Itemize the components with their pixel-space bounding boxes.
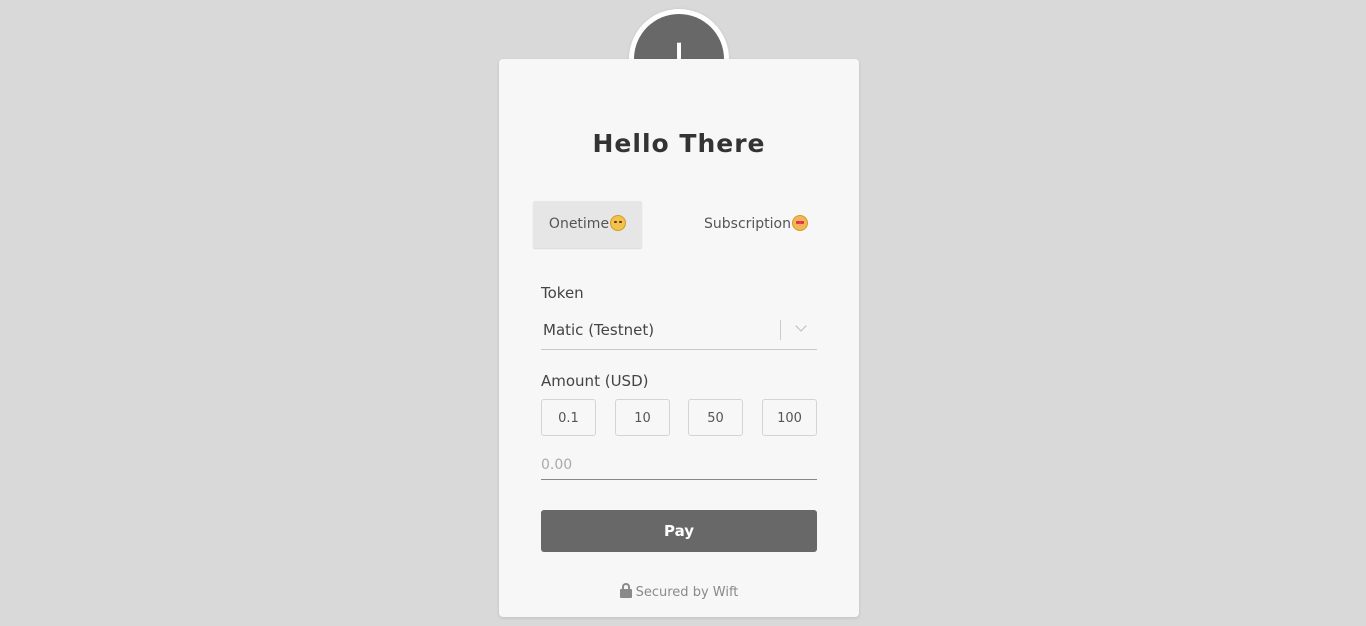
tab-onetime[interactable]: Onetime [533,201,642,248]
token-select[interactable]: Matic (Testnet) [541,313,817,350]
amount-label: Amount (USD) [541,372,649,390]
lock-icon [619,583,632,598]
tab-subscription[interactable]: Subscription [691,201,821,248]
select-separator [780,320,781,340]
star-struck-face-icon [792,215,808,231]
amount-preset-button[interactable]: 0.1 [541,399,596,436]
pay-button[interactable]: Pay [541,510,817,552]
smiling-face-with-halo-icon [610,215,627,231]
chevron-down-icon[interactable] [795,320,807,332]
payment-card: Hello There Onetime Subscription Token M… [499,59,859,617]
tab-subscription-label: Subscription [704,216,791,232]
token-select-value: Matic (Testnet) [543,321,655,339]
amount-preset-button[interactable]: 100 [762,399,817,436]
amount-preset-button[interactable]: 50 [688,399,743,436]
amount-preset-button[interactable]: 10 [615,399,670,436]
token-label: Token [541,284,584,302]
security-footer: Secured by Wift [499,583,859,600]
footer-text: Secured by Wift [635,585,739,600]
amount-input[interactable] [541,451,817,480]
tab-onetime-label: Onetime [548,216,610,232]
page-title: Hello There [592,129,766,158]
